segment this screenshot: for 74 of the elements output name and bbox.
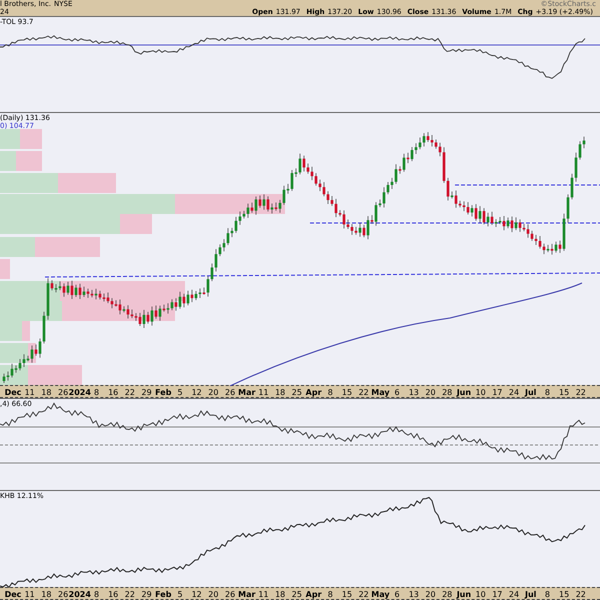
volume-profile-bar (0, 129, 42, 149)
axis-label: 12 (192, 388, 202, 397)
axis-label: 2024 (68, 388, 91, 397)
axis-label: 6 (394, 590, 400, 599)
axis-label: 22 (576, 388, 586, 397)
axis-label: Feb (155, 590, 172, 599)
axis-label: 20 (425, 388, 436, 397)
axis-label: May (371, 590, 390, 599)
axis-label: 25 (292, 590, 302, 599)
axis-label: 28 (442, 590, 452, 599)
axis-label: 15 (342, 388, 352, 397)
axis-label: 25 (292, 388, 302, 397)
axis-label: 22 (124, 388, 135, 397)
axis-label: 8 (544, 590, 550, 599)
axis-label: 8 (94, 590, 100, 599)
axis-label: 16 (108, 388, 118, 397)
axis-label: 22 (358, 590, 369, 599)
axis-label: 12 (192, 590, 202, 599)
axis-label: Mar (238, 590, 256, 599)
axis-label: 22 (358, 388, 369, 397)
axis-label: 18 (275, 388, 286, 397)
axis-label: 8 (328, 388, 333, 397)
axis-label: 18 (41, 590, 52, 599)
axis-label: 24 (508, 590, 520, 599)
volume-profile-bar (0, 151, 42, 171)
axis-label: 11 (258, 388, 269, 397)
axis-label: 26 (225, 590, 236, 599)
axis-label: 22 (576, 590, 586, 599)
axis-label: 28 (442, 388, 452, 397)
axis-label: Jul (525, 388, 536, 397)
axis-label: 15 (342, 590, 352, 599)
axis-label: 15 (559, 388, 570, 397)
axis-label: 10 (476, 388, 486, 397)
axis-label: 22 (124, 590, 135, 599)
axis-label: 18 (41, 388, 52, 397)
axis-label: Jun (456, 388, 472, 397)
axis-label: Apr (306, 388, 322, 397)
axis-label: 6 (394, 388, 400, 397)
axis-label: 24 (508, 388, 520, 397)
axis-label: 29 (142, 388, 152, 397)
volume-profile-bar (0, 343, 36, 363)
axis-label: Feb (155, 388, 172, 397)
axis-label: May (371, 388, 390, 397)
axis-label: Apr (306, 590, 322, 599)
axis-label: 20 (208, 590, 218, 599)
axis-label: 26 (58, 388, 68, 397)
axis-label: Dec (4, 388, 22, 397)
axis-label: 29 (142, 590, 152, 599)
volume-profile-bar (0, 259, 10, 279)
axis-label: 11 (24, 388, 35, 397)
axis-label: Mar (238, 388, 256, 397)
axis-label: 16 (108, 590, 118, 599)
axis-label: 11 (258, 590, 269, 599)
axis-label: 17 (492, 590, 502, 599)
axis-label: 8 (328, 590, 333, 599)
axis-label: 17 (492, 388, 502, 397)
axis-label: 5 (177, 590, 183, 599)
axis-label: 8 (94, 388, 100, 397)
axis-label: 18 (275, 590, 286, 599)
axis-label: 20 (208, 388, 218, 397)
axis-label: 8 (544, 388, 550, 397)
axis-label: Dec (4, 590, 22, 599)
axis-label: 10 (476, 590, 486, 599)
axis-label: Jul (525, 590, 536, 599)
axis-label: 5 (177, 388, 183, 397)
axis-label: 26 (225, 388, 236, 397)
axis-label: 13 (408, 388, 419, 397)
axis-label: 20 (425, 590, 436, 599)
axis-label: 11 (24, 590, 35, 599)
axis-label: 13 (408, 590, 419, 599)
axis-label: 2024 (68, 590, 91, 599)
axis-label: 15 (559, 590, 570, 599)
axis-label: Jun (456, 590, 472, 599)
axis-label: 26 (58, 590, 68, 599)
